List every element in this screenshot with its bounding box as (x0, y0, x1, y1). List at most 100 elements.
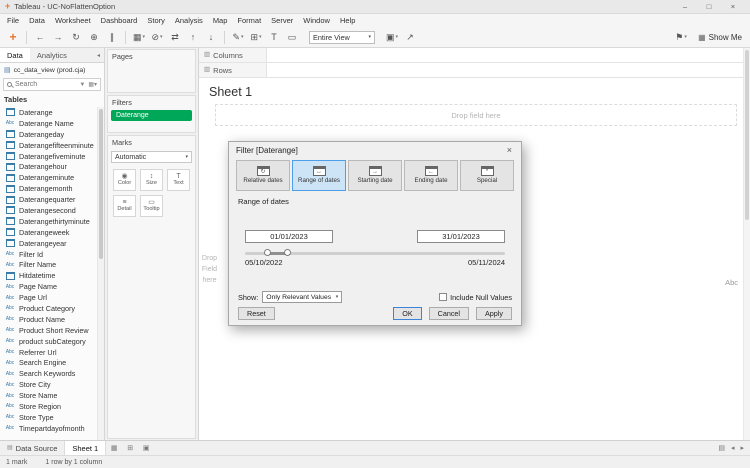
Store Name[interactable]: Store Name (0, 390, 97, 401)
Daterangemonth[interactable]: Daterangemonth (0, 183, 97, 194)
Daterangeyear[interactable]: Daterangeyear (0, 238, 97, 249)
Daterangequarter[interactable]: Daterangequarter (0, 194, 97, 205)
new-dashboard-tab-button[interactable]: ⊞ (122, 441, 138, 455)
undo-icon[interactable]: ← (33, 29, 47, 45)
minimize-button[interactable]: – (673, 2, 697, 11)
Page Name[interactable]: Page Name (0, 281, 97, 292)
close-icon[interactable]: × (505, 146, 514, 155)
pause-updates-icon[interactable]: ∥ (105, 29, 119, 45)
Daterange Name[interactable]: Daterange Name (0, 118, 97, 129)
menu-item[interactable]: Server (266, 16, 298, 25)
include-null-checkbox[interactable] (439, 293, 447, 301)
Daterange[interactable]: Daterange (0, 107, 97, 118)
menu-item[interactable]: Map (208, 16, 233, 25)
Daterangethirtyminute[interactable]: Daterangethirtyminute (0, 216, 97, 227)
menu-item[interactable]: Story (142, 16, 170, 25)
group-icon[interactable]: ⊞ (249, 29, 263, 45)
filters-card[interactable]: Filters Daterange (107, 95, 196, 133)
close-button[interactable]: × (721, 2, 745, 11)
swap-axes-icon[interactable]: ⇄ (168, 29, 182, 45)
product subCategory[interactable]: product subCategory (0, 336, 97, 347)
highlight-icon[interactable]: ✎ (231, 29, 245, 45)
Search Keywords[interactable]: Search Keywords (0, 368, 97, 379)
reset-button[interactable]: Reset (238, 307, 275, 320)
tooltip-flag-icon[interactable]: ⚑ (674, 29, 688, 45)
view-mode-dropdown[interactable]: Entire View ▾ (309, 31, 375, 44)
show-mark-labels-icon[interactable]: T (267, 29, 281, 45)
tableau-logo-icon[interactable]: + (6, 29, 20, 45)
Search Engine[interactable]: Search Engine (0, 357, 97, 368)
collapse-pane-icon[interactable]: ◂ (93, 48, 104, 62)
sort-descending-icon[interactable]: ↓ (204, 29, 218, 45)
Product Short Review[interactable]: Product Short Review (0, 325, 97, 336)
new-worksheet-icon[interactable]: ▦ (132, 29, 146, 45)
add-data-icon[interactable]: ⊕ (87, 29, 101, 45)
menu-item[interactable]: Window (298, 16, 335, 25)
Timepartdayofmonth[interactable]: Timepartdayofmonth (0, 423, 97, 434)
sort-ascending-icon[interactable]: ↑ (186, 29, 200, 45)
date-range-slider[interactable] (245, 249, 505, 257)
Filter Id[interactable]: Filter Id (0, 249, 97, 260)
new-story-tab-button[interactable]: ▣ (138, 441, 154, 455)
filter-type-tab[interactable]: * Special (460, 160, 514, 191)
color-button[interactable]: ◉ Color (113, 169, 136, 191)
Daterangefifteenminute[interactable]: Daterangefifteenminute (0, 140, 97, 151)
Product Name[interactable]: Product Name (0, 314, 97, 325)
Daterangeweek[interactable]: Daterangeweek (0, 227, 97, 238)
tab-analytics[interactable]: Analytics (30, 48, 74, 62)
tab-scroll-right-button[interactable]: ▸ (740, 444, 744, 452)
share-icon[interactable]: ↗ (403, 29, 417, 45)
new-worksheet-tab-button[interactable]: ▦ (106, 441, 122, 455)
Store City[interactable]: Store City (0, 379, 97, 390)
filter-type-tab[interactable]: ↔ Range of dates (292, 160, 346, 191)
Referrer Url[interactable]: Referrer Url (0, 347, 97, 358)
Daterangesecond[interactable]: Daterangesecond (0, 205, 97, 216)
tab-data[interactable]: Data (0, 48, 30, 62)
Store Type[interactable]: Store Type (0, 412, 97, 423)
range-slider-end-handle[interactable] (284, 249, 291, 256)
text-button[interactable]: T Text (167, 169, 190, 191)
filter-type-tab[interactable]: ↻ Relative dates (236, 160, 290, 191)
tooltip-button[interactable]: ▭ Tooltip (140, 195, 163, 217)
apply-button[interactable]: Apply (476, 307, 512, 320)
menu-item[interactable]: File (2, 16, 24, 25)
filter-funnel-icon[interactable]: ▼ (79, 82, 85, 88)
view-options-icon[interactable]: ▦▾ (88, 82, 97, 88)
show-values-dropdown[interactable]: Only Relevant Values ▾ (262, 291, 342, 303)
filter-type-tab[interactable]: → Starting date (348, 160, 402, 191)
Product Category[interactable]: Product Category (0, 303, 97, 314)
menu-item[interactable]: Help (335, 16, 360, 25)
redo-icon[interactable]: → (51, 29, 65, 45)
drop-field-zone-left[interactable]: Drop Field here (200, 253, 219, 287)
replay-icon[interactable]: ↻ (69, 29, 83, 45)
filter-pill[interactable]: Daterange (111, 110, 192, 121)
presentation-mode-icon[interactable]: ▣ (385, 29, 399, 45)
tab-sheet-1[interactable]: Sheet 1 (65, 441, 106, 455)
clear-sheet-icon[interactable]: ⊘ (150, 29, 164, 45)
cancel-button[interactable]: Cancel (429, 307, 469, 320)
detail-button[interactable]: ≡ Detail (113, 195, 136, 217)
scrollbar-thumb[interactable] (745, 50, 749, 220)
start-date-input[interactable] (245, 230, 333, 243)
menu-item[interactable]: Data (24, 16, 50, 25)
maximize-button[interactable]: □ (697, 2, 721, 11)
menu-item[interactable]: Worksheet (50, 16, 96, 25)
show-filmstrip-button[interactable]: ▤ (718, 444, 725, 452)
show-me-button[interactable]: ▦ Show Me (698, 33, 742, 42)
search-input[interactable] (15, 81, 76, 88)
Daterangeday[interactable]: Daterangeday (0, 129, 97, 140)
Hitdatetime[interactable]: Hitdatetime (0, 270, 97, 281)
Daterangehour[interactable]: Daterangehour (0, 161, 97, 172)
columns-shelf[interactable]: ▥ Columns (199, 48, 750, 63)
fix-axes-icon[interactable]: ▭ (285, 29, 299, 45)
ok-button[interactable]: OK (393, 307, 421, 320)
tab-data-source[interactable]: ▤ Data Source (0, 441, 65, 455)
pages-card[interactable]: Pages (107, 49, 196, 93)
menu-item[interactable]: Dashboard (96, 16, 143, 25)
data-source-connection[interactable]: ▤ cc_data_view (prod.cja) (0, 63, 104, 77)
end-date-input[interactable] (417, 230, 505, 243)
Daterangefiveminute[interactable]: Daterangefiveminute (0, 151, 97, 162)
canvas-scrollbar[interactable] (743, 48, 750, 440)
size-button[interactable]: ↕ Size (140, 169, 163, 191)
tab-scroll-left-button[interactable]: ◂ (731, 444, 735, 452)
